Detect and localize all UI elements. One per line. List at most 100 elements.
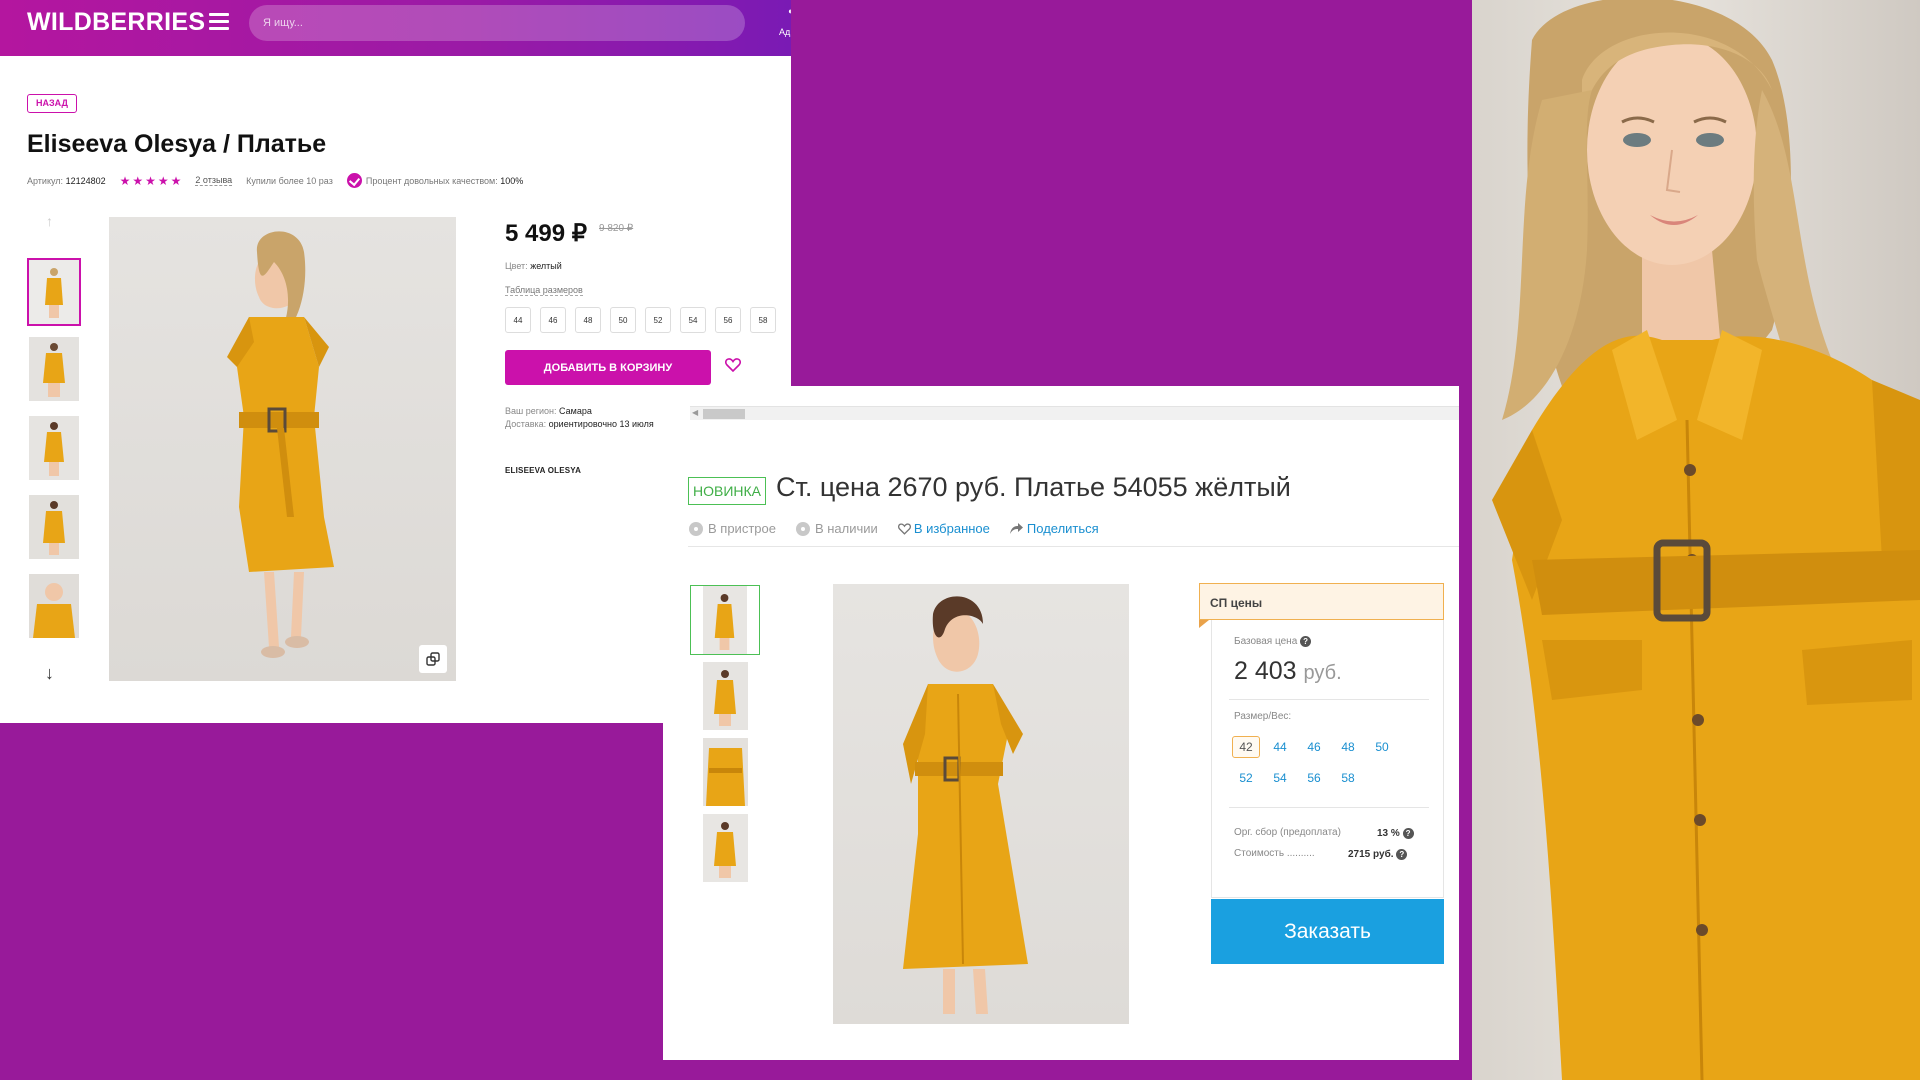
heart-icon: [897, 522, 911, 535]
divider: [1229, 807, 1429, 808]
wb-search-box: [249, 5, 745, 41]
sp-size-option[interactable]: 46: [1300, 736, 1328, 758]
sp-size-option[interactable]: 48: [1334, 736, 1362, 758]
rating-stars-icon: ★★★★★: [119, 173, 184, 188]
region-info: Ваш регион: Самара Доставка: ориентирово…: [505, 405, 654, 431]
model-photo: [1472, 0, 1920, 1080]
quality-value: 100%: [500, 175, 524, 186]
horizontal-scrollbar[interactable]: ◀: [690, 406, 1459, 420]
delivery-value: ориентировочно 13 июля: [548, 419, 654, 429]
location-icon[interactable]: ◖: [787, 6, 791, 16]
wb-logo[interactable]: WILDBERRIES: [27, 8, 205, 37]
wb-header: WILDBERRIES ◖ Ад: [0, 0, 791, 56]
new-badge: НОВИНКА: [688, 477, 767, 505]
sp-product-title: Ст. цена 2670 руб. Платье 54055 жёлтый: [776, 472, 1291, 502]
wb-size-list: 44 46 48 50 52 54 56 58: [505, 307, 785, 333]
help-icon[interactable]: ?: [1396, 849, 1408, 860]
reviews-link[interactable]: 2 отзыва: [195, 175, 233, 186]
product-thumbnail[interactable]: [29, 337, 79, 401]
address-link[interactable]: Ад: [779, 27, 790, 37]
wb-old-price: 9 820 ₽: [599, 223, 634, 234]
delivery-label: Доставка:: [505, 419, 547, 429]
product-title: Eliseeva Olesya / Платье: [27, 130, 327, 158]
model-photo-illustration: [1492, 0, 1920, 1080]
color-label: Цвет:: [505, 261, 528, 271]
thumbs-down-arrow-icon[interactable]: ↓: [45, 663, 54, 684]
sp-thumbnail[interactable]: [703, 814, 748, 882]
product-thumbnail[interactable]: [27, 258, 81, 326]
size-option[interactable]: 52: [645, 307, 671, 333]
back-button[interactable]: НАЗАД: [27, 94, 77, 113]
sp-thumbnail[interactable]: [703, 662, 748, 730]
share-label: Поделиться: [1026, 521, 1099, 536]
zoom-icon[interactable]: [419, 645, 447, 673]
sp-size-option[interactable]: 58: [1334, 767, 1362, 789]
wb-price: 5 499 ₽: [505, 220, 587, 247]
sp-size-option[interactable]: 44: [1266, 736, 1294, 758]
joint-purchase-panel: ◀ НОВИНКА Ст. цена 2670 руб. Платье 5405…: [663, 386, 1459, 1060]
size-option[interactable]: 46: [540, 307, 566, 333]
header-tail: [1199, 620, 1209, 628]
stock-label: В наличии: [814, 521, 878, 536]
sp-thumbnail[interactable]: [690, 585, 760, 655]
help-icon[interactable]: ?: [1402, 828, 1414, 839]
thumbs-up-arrow-icon[interactable]: ↑: [46, 213, 53, 229]
add-to-cart-button[interactable]: ДОБАВИТЬ В КОРЗИНУ: [505, 350, 711, 385]
size-table-link[interactable]: Таблица размеров: [505, 285, 583, 296]
article-value: 12124802: [65, 175, 106, 186]
brand-link[interactable]: ELISEEVA OLESYA: [505, 466, 581, 475]
wb-search-input[interactable]: [263, 13, 663, 33]
scrollbar-thumb[interactable]: [703, 409, 745, 419]
divider: [688, 546, 1459, 547]
help-icon[interactable]: ?: [1300, 636, 1312, 647]
heart-icon[interactable]: [725, 358, 741, 372]
divider: [1229, 699, 1429, 700]
stock-status: В наличии: [795, 521, 878, 536]
share-link[interactable]: Поделиться: [1009, 521, 1099, 536]
sp-size-option[interactable]: 56: [1300, 767, 1328, 789]
sp-size-option[interactable]: 52: [1232, 767, 1260, 789]
product-thumbnail[interactable]: [29, 416, 79, 480]
sp-thumbnail[interactable]: [703, 738, 748, 806]
size-option[interactable]: 48: [575, 307, 601, 333]
size-option[interactable]: 50: [610, 307, 636, 333]
base-price: 2 403 руб.: [1234, 657, 1342, 686]
color-value: желтый: [530, 261, 562, 271]
color-row: Цвет: желтый: [505, 261, 562, 271]
sp-size-option[interactable]: 50: [1368, 736, 1396, 758]
size-option[interactable]: 44: [505, 307, 531, 333]
size-option[interactable]: 56: [715, 307, 741, 333]
size-label: Размер/Вес:: [1234, 711, 1292, 722]
scroll-left-icon[interactable]: ◀: [692, 408, 698, 417]
region-value[interactable]: Самара: [559, 406, 592, 416]
product-meta: Артикул: 12124802 ★★★★★ 2 отзыва Купили …: [27, 173, 523, 188]
sp-main-image[interactable]: [833, 584, 1129, 1024]
sp-size-option[interactable]: 54: [1266, 767, 1294, 789]
org-fee-value-text: 13 %: [1377, 828, 1400, 840]
size-option[interactable]: 54: [680, 307, 706, 333]
product-thumbnail[interactable]: [29, 495, 79, 559]
attachment-label: В пристрое: [708, 521, 776, 536]
org-fee-label: Орг. сбор (предоплата): [1234, 827, 1341, 838]
status-dot-icon: [689, 521, 703, 536]
cost-label: Стоимость ..........: [1234, 848, 1315, 859]
check-icon: [346, 173, 362, 188]
menu-icon[interactable]: [209, 13, 229, 31]
status-dot-icon: [795, 521, 810, 536]
quality-label: Процент довольных качеством:: [365, 175, 498, 186]
base-price-label: Базовая цена ?: [1234, 636, 1312, 648]
size-option[interactable]: 58: [750, 307, 776, 333]
base-price-value: 2 403: [1234, 657, 1297, 685]
share-icon: [1009, 523, 1023, 534]
currency-label: руб.: [1303, 662, 1342, 684]
sp-size-option[interactable]: 42: [1232, 736, 1260, 758]
sp-prices-header: СП цены: [1199, 583, 1444, 620]
article-label: Артикул:: [27, 175, 64, 186]
product-main-image[interactable]: [109, 217, 456, 681]
bought-count: Купили более 10 раз: [246, 175, 333, 186]
base-price-label-text: Базовая цена: [1234, 636, 1298, 648]
product-thumbnail[interactable]: [29, 574, 79, 638]
order-button[interactable]: Заказать: [1211, 899, 1444, 964]
favorites-link[interactable]: В избранное: [897, 521, 990, 536]
sp-status-row: В пристрое В наличии В избранное Поделит…: [689, 521, 1119, 536]
